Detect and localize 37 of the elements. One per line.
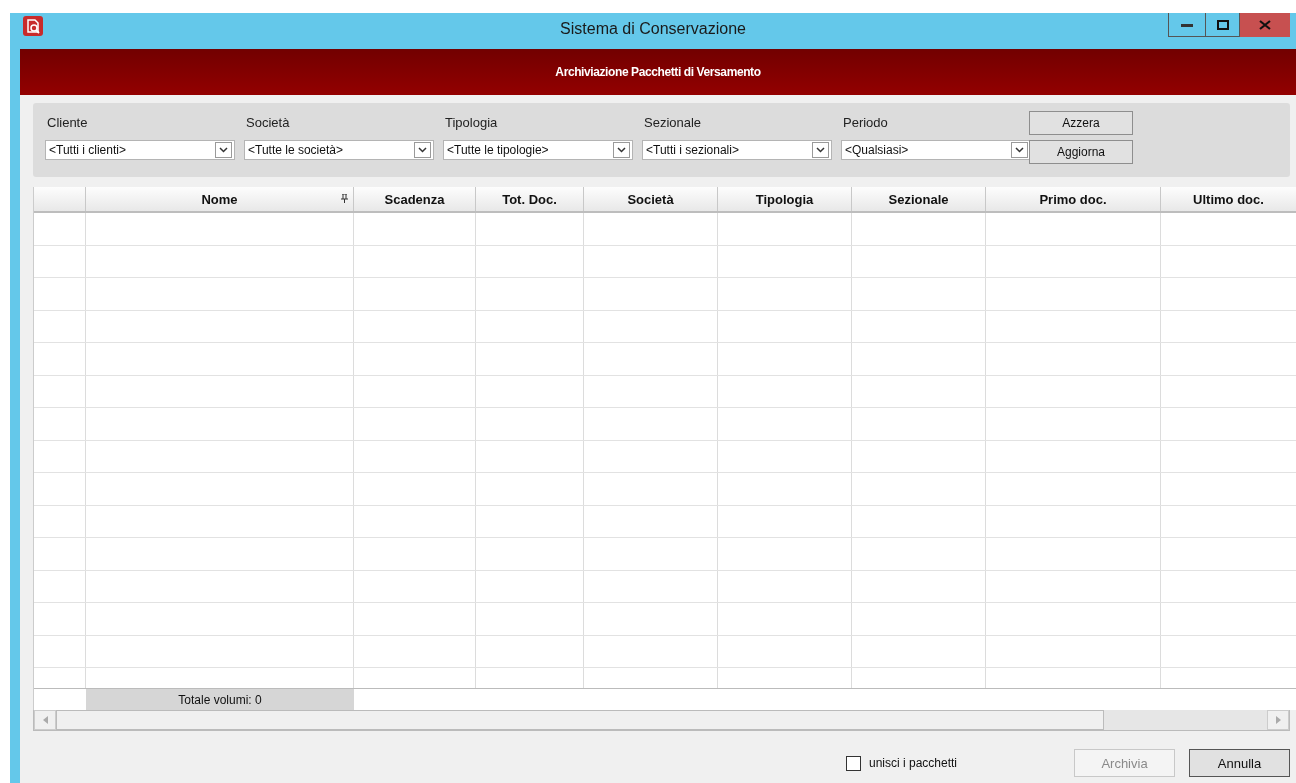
page-header: Archiviazione Pacchetti di Versamento: [555, 65, 761, 79]
filter-dropdown[interactable]: <Tutte le tipologie>: [443, 140, 633, 160]
minimize-icon: [1181, 22, 1193, 27]
column-header[interactable]: Sezionale: [888, 191, 949, 207]
left-arrow-icon: [42, 716, 48, 724]
pin-icon[interactable]: [341, 194, 348, 203]
column-header[interactable]: Primo doc.: [1039, 191, 1107, 207]
column-header[interactable]: Tot. Doc.: [502, 191, 557, 207]
column-header[interactable]: Tipologia: [755, 191, 814, 207]
app-logo-icon: [23, 16, 43, 36]
filter-label: Società: [245, 115, 291, 130]
checkbox[interactable]: [845, 755, 861, 771]
column-header[interactable]: Scadenza: [384, 191, 445, 207]
column-header[interactable]: Nome: [201, 191, 238, 207]
filter-dropdown[interactable]: <Tutti i sezionali>: [642, 140, 832, 160]
filter-button[interactable]: Aggiorna: [1029, 140, 1133, 164]
column-header[interactable]: Ultimo doc.: [1193, 191, 1264, 207]
filter-button[interactable]: Azzera: [1029, 111, 1133, 135]
close-button[interactable]: [1240, 13, 1290, 37]
action-button[interactable]: Annulla: [1189, 749, 1290, 777]
total-count: Totale volumi: 0: [86, 689, 354, 710]
maximize-button[interactable]: [1206, 13, 1240, 37]
scrollbar-thumb[interactable]: [56, 710, 1104, 730]
filter-label: Cliente: [46, 115, 89, 130]
filter-label: Tipologia: [444, 115, 499, 130]
filter-label: Sezionale: [643, 115, 703, 130]
right-arrow-icon: [1275, 716, 1281, 724]
filter-label: Periodo: [842, 115, 889, 130]
column-header[interactable]: Società: [627, 191, 674, 207]
filter-dropdown[interactable]: <Tutte le società>: [244, 140, 434, 160]
minimize-button[interactable]: [1168, 13, 1206, 37]
filter-dropdown[interactable]: <Qualsiasi>: [841, 140, 1031, 160]
close-icon: [1259, 20, 1271, 30]
filter-dropdown[interactable]: <Tutti i clienti>: [45, 140, 235, 160]
window-title: Sistema di Conservazione: [560, 20, 746, 37]
maximize-icon: [1216, 19, 1229, 30]
checkbox-label: unisci i pacchetti: [868, 756, 957, 770]
